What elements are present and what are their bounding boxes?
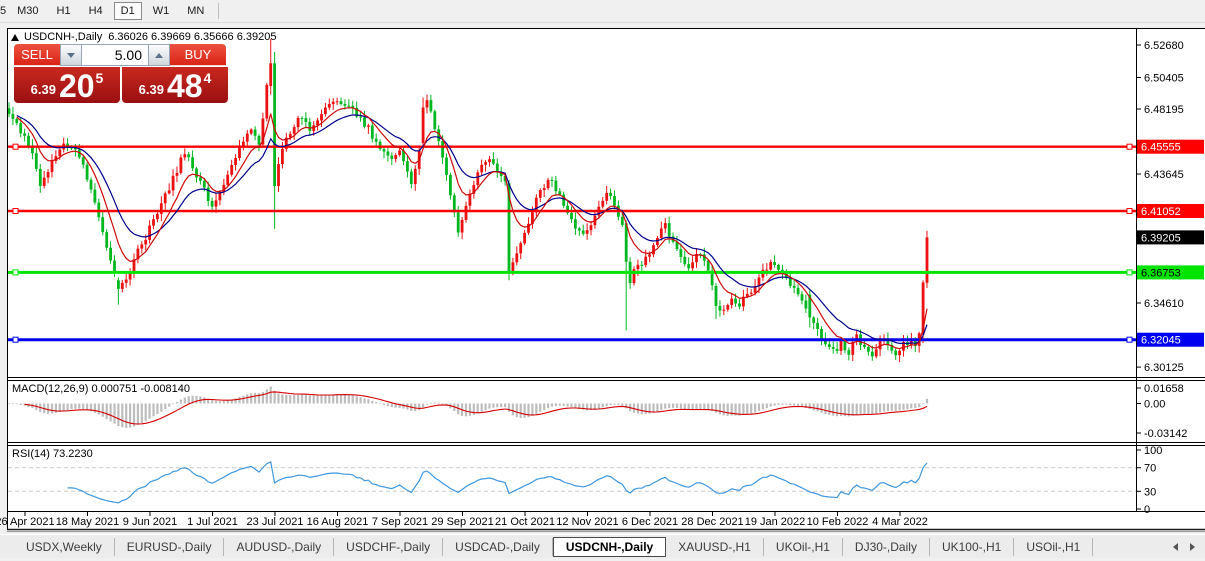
svg-text:6.45555: 6.45555 [1141,142,1181,154]
svg-text:6.43645: 6.43645 [1144,169,1184,181]
timeframe-button-m30[interactable]: M30 [10,2,45,20]
sell-button[interactable]: SELL [14,44,60,66]
buy-price-button[interactable]: 6.39 48 4 [122,67,228,103]
chart-ohlc-values: 6.36026 6.39669 6.35666 6.39205 [108,31,277,43]
tab-dj30-daily[interactable]: DJ30-,Daily [843,537,930,556]
toolbar-separator [218,3,220,19]
chart-symbol-label: USDCNH-,Daily [24,31,103,43]
chart-expand-icon [11,34,19,41]
timeframe-button-h1[interactable]: H1 [50,2,78,20]
tabs-scroll-left-icon[interactable] [1173,542,1178,551]
buy-button[interactable]: BUY [170,44,226,66]
timeframe-toolbar: 5 M30 H1 H4 D1 W1 MN [0,0,1205,23]
tab-uk100-h1[interactable]: UK100-,H1 [930,537,1015,556]
one-click-trading-panel: SELL BUY 6.39 20 5 6.39 48 4 [14,44,228,103]
svg-text:6.39205: 6.39205 [1141,232,1181,244]
tab-usoil-h1[interactable]: USOil-,H1 [1014,537,1094,556]
svg-text:6.32045: 6.32045 [1141,335,1181,347]
chart-title: USDCNH-,Daily 6.36026 6.39669 6.35666 6.3… [24,31,276,43]
svg-text:-0.03142: -0.03142 [1144,428,1187,440]
svg-text:23 Jul 2021: 23 Jul 2021 [247,516,304,528]
buy-price-prefix: 6.39 [138,82,164,97]
svg-text:0.01658: 0.01658 [1144,383,1184,395]
svg-text:100: 100 [1144,445,1162,457]
svg-text:29 Sep 2021: 29 Sep 2021 [431,516,493,528]
svg-text:0.00: 0.00 [1144,399,1165,411]
timeframe-button-w1[interactable]: W1 [146,2,177,20]
svg-text:28 Dec 2021: 28 Dec 2021 [681,516,743,528]
chevron-down-icon [67,52,75,58]
svg-text:4 Mar 2022: 4 Mar 2022 [872,516,928,528]
svg-text:6 Dec 2021: 6 Dec 2021 [622,516,678,528]
svg-text:30: 30 [1144,486,1156,498]
volume-decrease-button[interactable] [60,44,82,66]
svg-text:19 Jan 2022: 19 Jan 2022 [745,516,806,528]
tab-xauusd-h1[interactable]: XAUUSD-,H1 [666,537,764,556]
rsi-indicator-label: RSI(14) 73.2230 [12,448,93,460]
tab-usdcnh-daily[interactable]: USDCNH-,Daily [552,536,667,557]
svg-text:7 Sep 2021: 7 Sep 2021 [372,516,428,528]
tab-usdx-weekly[interactable]: USDX,Weekly [14,537,115,556]
svg-text:70: 70 [1144,463,1156,475]
tab-ukoil-h1[interactable]: UKOil-,H1 [764,537,843,556]
timeframe-button-mn[interactable]: MN [180,2,211,20]
tab-usdchf-daily[interactable]: USDCHF-,Daily [334,537,444,556]
svg-text:6.30125: 6.30125 [1144,362,1184,374]
svg-text:16 Aug 2021: 16 Aug 2021 [307,516,369,528]
svg-text:6.36753: 6.36753 [1141,267,1181,279]
svg-text:6.50405: 6.50405 [1144,73,1184,85]
svg-text:10 Feb 2022: 10 Feb 2022 [807,516,869,528]
timeframe-button-h4[interactable]: H4 [82,2,110,20]
sell-price-pip: 5 [95,70,104,86]
svg-text:21 Oct 2021: 21 Oct 2021 [495,516,555,528]
buy-price-value: 48 [166,68,203,104]
svg-text:9 Jun 2021: 9 Jun 2021 [123,516,177,528]
volume-input[interactable] [82,44,148,66]
timeframe-button-m5[interactable]: 5 [0,2,8,20]
buy-price-pip: 4 [203,70,212,86]
macd-indicator-label: MACD(12,26,9) 0.000751 -0.008140 [12,383,190,395]
svg-text:0: 0 [1144,504,1150,516]
svg-text:26 Apr 2021: 26 Apr 2021 [0,516,55,528]
tab-eurusd-daily[interactable]: EURUSD-,Daily [115,537,225,556]
tab-audusd-daily[interactable]: AUDUSD-,Daily [224,537,335,556]
chevron-up-icon [155,52,163,58]
svg-text:6.41052: 6.41052 [1141,206,1181,218]
sell-price-button[interactable]: 6.39 20 5 [14,67,120,103]
svg-text:6.48195: 6.48195 [1144,104,1184,116]
chart-tabs-bar: USDX,Weekly EURUSD-,Daily AUDUSD-,Daily … [0,534,1205,558]
sell-price-prefix: 6.39 [30,82,56,97]
svg-text:6.52680: 6.52680 [1144,40,1184,52]
svg-text:18 May 2021: 18 May 2021 [56,516,120,528]
timeframe-button-d1[interactable]: D1 [113,2,142,20]
svg-text:6.34610: 6.34610 [1144,298,1184,310]
svg-text:12 Nov 2021: 12 Nov 2021 [556,516,618,528]
tab-usdcad-daily[interactable]: USDCAD-,Daily [443,537,553,556]
sell-price-value: 20 [58,68,95,104]
volume-increase-button[interactable] [148,44,170,66]
tabs-scroll-right-icon[interactable] [1190,542,1195,551]
svg-text:1 Jul 2021: 1 Jul 2021 [187,516,238,528]
